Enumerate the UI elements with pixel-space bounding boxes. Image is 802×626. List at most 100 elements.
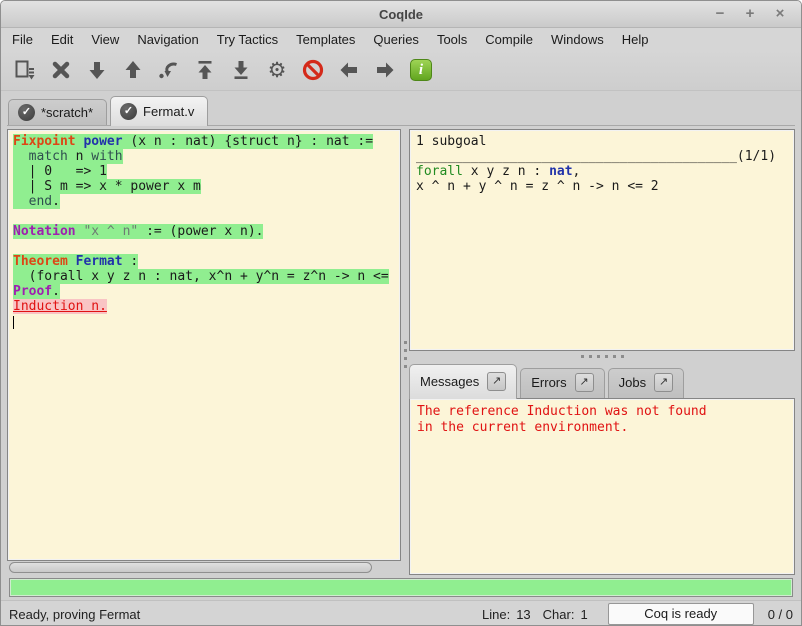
tab-jobs[interactable]: Jobs ↗ — [608, 368, 684, 398]
status-right: Line: 13 Char: 1 Coq is ready 0 / 0 — [482, 603, 793, 625]
coqide-window: CoqIde − + × FileEditViewNavigationTry T… — [0, 0, 802, 626]
arrow-left-icon — [337, 58, 361, 82]
save-button[interactable] — [7, 53, 43, 87]
menu-edit[interactable]: Edit — [42, 30, 82, 49]
char-label: Char: — [543, 607, 575, 622]
close-x-icon — [49, 58, 73, 82]
progress-area — [7, 575, 795, 600]
tab-messages[interactable]: Messages ↗ — [409, 364, 517, 399]
code-line: match n with — [13, 149, 400, 164]
code-line: Proof. — [13, 284, 400, 299]
step-backward-button[interactable] — [115, 53, 151, 87]
script-pane: Fixpoint power (x n : nat) {struct n} : … — [7, 129, 401, 575]
code-line: Theorem Fermat : — [13, 254, 400, 269]
arrow-to-top-icon — [193, 58, 217, 82]
code-line: | 0 => 1 — [13, 164, 400, 179]
status-message: Ready, proving Fermat — [9, 607, 140, 622]
menu-queries[interactable]: Queries — [364, 30, 428, 49]
go-to-end-button[interactable] — [223, 53, 259, 87]
menu-templates[interactable]: Templates — [287, 30, 364, 49]
code-line: ________________________________________… — [416, 149, 794, 164]
code-line: x ^ n + y ^ n = z ^ n -> n <= 2 — [416, 179, 794, 194]
splitter-handle-icon — [404, 341, 407, 368]
detach-icon[interactable]: ↗ — [575, 373, 594, 392]
menu-view[interactable]: View — [82, 30, 128, 49]
line-label: Line: — [482, 607, 510, 622]
splitter-handle-icon — [581, 355, 624, 358]
tab-fermat.v[interactable]: ✓ Fermat.v — [110, 96, 208, 126]
tab-label: Messages — [420, 374, 479, 389]
char-value: 1 — [580, 607, 587, 622]
horizontal-scrollbar — [7, 561, 401, 575]
workarea: ✓ *scratch* ✓ Fermat.v Fixpoint power (x n … — [1, 91, 801, 600]
code-line: Fixpoint power (x n : nat) {struct n} : … — [13, 134, 400, 149]
go-to-cursor-icon — [157, 58, 181, 82]
titlebar[interactable]: CoqIde − + × — [1, 1, 801, 28]
maximize-icon[interactable]: + — [739, 4, 761, 24]
check-icon: ✓ — [18, 104, 35, 121]
menu-tools[interactable]: Tools — [428, 30, 476, 49]
tab-label: Jobs — [619, 375, 646, 390]
code-line — [13, 314, 400, 329]
code-line — [13, 239, 400, 254]
code-editor[interactable]: Fixpoint power (x n : nat) {struct n} : … — [7, 129, 401, 561]
goals-pane[interactable]: 1 subgoal_______________________________… — [409, 129, 795, 351]
arrow-to-bottom-icon — [229, 58, 253, 82]
code-line: end. — [13, 194, 400, 209]
menu-try-tactics[interactable]: Try Tactics — [208, 30, 287, 49]
about-info-icon: i — [410, 59, 432, 81]
go-to-start-button[interactable] — [187, 53, 223, 87]
text-cursor — [13, 316, 14, 329]
arrow-right-icon — [373, 58, 397, 82]
detach-icon[interactable]: ↗ — [654, 373, 673, 392]
go-to-cursor-button[interactable] — [151, 53, 187, 87]
save-icon — [13, 58, 37, 82]
window-title: CoqIde — [1, 7, 801, 22]
minimize-icon[interactable]: − — [709, 4, 731, 24]
code-line: | S m => x * power x m — [13, 179, 400, 194]
check-icon: ✓ — [120, 103, 137, 120]
worker-counter: 0 / 0 — [768, 607, 793, 622]
step-forward-button[interactable] — [79, 53, 115, 87]
code-line: Induction n. — [13, 299, 400, 314]
arrow-up-icon — [121, 58, 145, 82]
horizontal-splitter[interactable] — [409, 351, 795, 362]
menu-compile[interactable]: Compile — [476, 30, 542, 49]
scrollbar-thumb[interactable] — [9, 562, 372, 573]
menu-windows[interactable]: Windows — [542, 30, 613, 49]
tab-label: *scratch* — [41, 105, 93, 120]
right-column: 1 subgoal_______________________________… — [409, 129, 795, 575]
arrow-down-icon — [85, 58, 109, 82]
code-line: 1 subgoal — [416, 134, 794, 149]
menu-navigation[interactable]: Navigation — [128, 30, 207, 49]
message-line: in the current environment. — [417, 420, 794, 436]
tab-label: Errors — [531, 375, 566, 390]
tab-scratch[interactable]: ✓ *scratch* — [8, 99, 107, 125]
toolbar: ⚙ i — [1, 50, 801, 91]
next-button[interactable] — [367, 53, 403, 87]
message-tabstrip: Messages ↗ Errors ↗ Jobs ↗ — [409, 362, 795, 398]
code-line: Notation "x ^ n" := (power x n). — [13, 224, 400, 239]
tab-label: Fermat.v — [143, 104, 194, 119]
window-controls: − + × — [709, 4, 801, 24]
progress-bar — [9, 578, 793, 597]
messages-pane[interactable]: The reference Induction was not foundin … — [409, 398, 795, 575]
close-buffer-button[interactable] — [43, 53, 79, 87]
tab-errors[interactable]: Errors ↗ — [520, 368, 604, 398]
about-button[interactable]: i — [403, 53, 439, 87]
menubar: FileEditViewNavigationTry TacticsTemplat… — [1, 28, 801, 50]
fully-check-button[interactable]: ⚙ — [259, 53, 295, 87]
menu-help[interactable]: Help — [613, 30, 658, 49]
code-line — [13, 209, 400, 224]
menu-file[interactable]: File — [3, 30, 42, 49]
buffer-tabstrip: ✓ *scratch* ✓ Fermat.v — [7, 94, 795, 125]
close-icon[interactable]: × — [769, 4, 791, 24]
code-line: (forall x y z n : nat, x^n + y^n = z^n -… — [13, 269, 400, 284]
coq-status-indicator: Coq is ready — [608, 603, 754, 625]
previous-button[interactable] — [331, 53, 367, 87]
vertical-splitter[interactable] — [401, 129, 409, 575]
interrupt-button[interactable] — [295, 53, 331, 87]
detach-icon[interactable]: ↗ — [487, 372, 506, 391]
message-line: The reference Induction was not found — [417, 404, 794, 420]
forbidden-icon — [301, 58, 325, 82]
